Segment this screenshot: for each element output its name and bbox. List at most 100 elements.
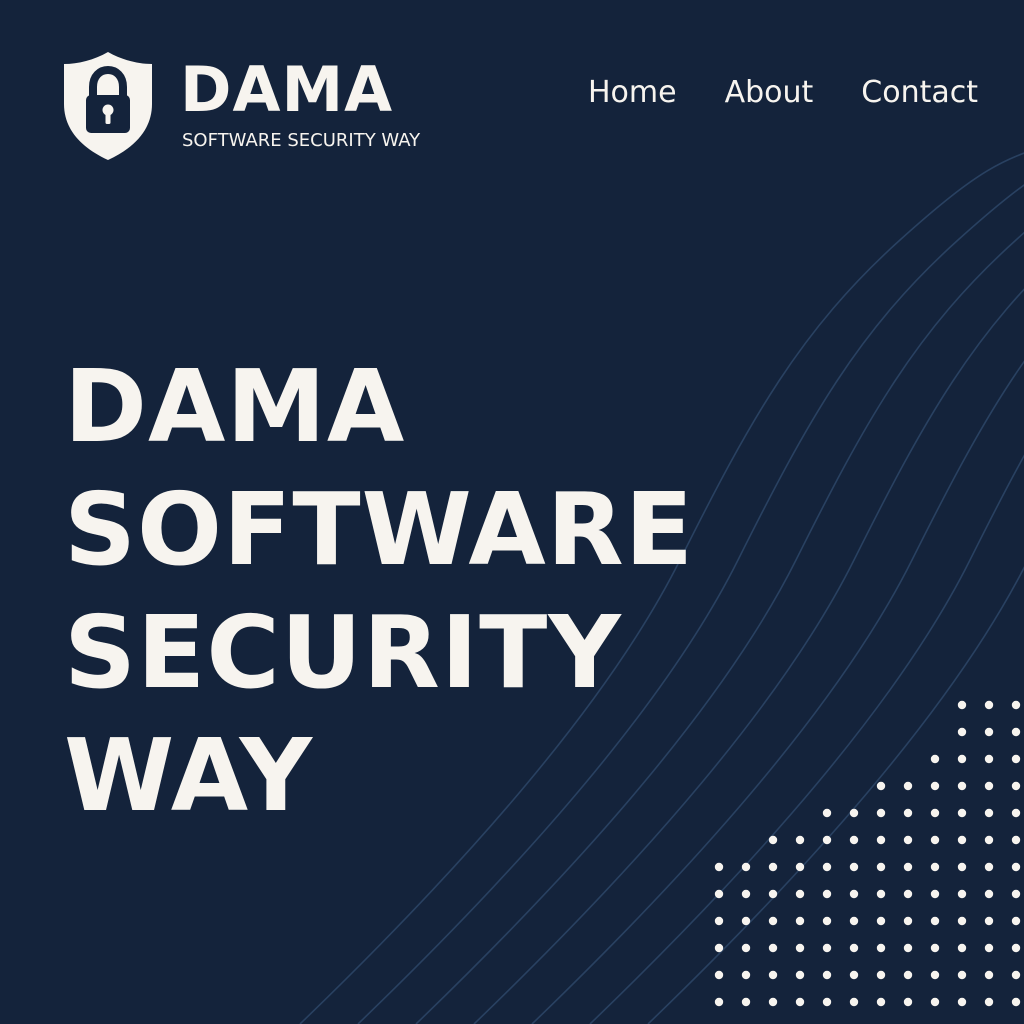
pattern-dot	[984, 808, 994, 818]
pattern-dot	[876, 862, 886, 872]
pattern-dot	[930, 997, 940, 1007]
pattern-dot	[957, 997, 967, 1007]
pattern-dot	[768, 997, 778, 1007]
pattern-dot	[957, 943, 967, 953]
pattern-dot	[1011, 889, 1021, 899]
pattern-dot	[741, 970, 751, 980]
hero-line: DAMA	[64, 348, 406, 465]
nav-contact-link[interactable]: Contact	[861, 74, 978, 112]
pattern-dot	[903, 943, 913, 953]
main-nav: Home About Contact	[588, 74, 978, 112]
pattern-dot	[903, 862, 913, 872]
pattern-dot	[849, 997, 859, 1007]
pattern-dot	[741, 943, 751, 953]
pattern-dot	[957, 835, 967, 845]
brand-tagline: SOFTWARE SECURITY WAY	[182, 130, 421, 151]
pattern-dot	[984, 889, 994, 899]
pattern-dot	[741, 916, 751, 926]
pattern-dot	[1011, 997, 1021, 1007]
pattern-dot	[768, 862, 778, 872]
pattern-dot	[957, 889, 967, 899]
pattern-dot	[822, 835, 832, 845]
pattern-dot	[714, 889, 724, 899]
pattern-dot	[714, 862, 724, 872]
pattern-dot	[957, 700, 967, 710]
pattern-dot	[930, 808, 940, 818]
hero-line: SOFTWARE	[64, 471, 695, 588]
pattern-dot	[984, 835, 994, 845]
pattern-dot	[930, 943, 940, 953]
pattern-dot	[957, 970, 967, 980]
pattern-dot	[714, 943, 724, 953]
pattern-dot	[768, 916, 778, 926]
pattern-dot	[741, 997, 751, 1007]
pattern-dot	[930, 835, 940, 845]
pattern-dot	[876, 970, 886, 980]
pattern-dot	[957, 862, 967, 872]
pattern-dot	[984, 700, 994, 710]
hero-line: WAY	[64, 717, 314, 834]
pattern-dot	[795, 970, 805, 980]
brand-name: DAMA	[180, 53, 394, 126]
pattern-dot	[714, 997, 724, 1007]
hero-section: DAMA SOFTWARE SECURITY WAY	[64, 345, 824, 837]
pattern-dot	[1011, 943, 1021, 953]
pattern-dot	[984, 754, 994, 764]
pattern-dot	[714, 916, 724, 926]
pattern-dot	[795, 943, 805, 953]
pattern-dot	[903, 835, 913, 845]
hero-line: SECURITY	[64, 594, 622, 711]
pattern-dot	[795, 862, 805, 872]
pattern-dot	[1011, 727, 1021, 737]
pattern-dot	[984, 970, 994, 980]
pattern-dot	[876, 943, 886, 953]
pattern-dot	[1011, 916, 1021, 926]
pattern-dot	[930, 862, 940, 872]
pattern-dot	[849, 808, 859, 818]
pattern-dot	[768, 835, 778, 845]
pattern-dot	[957, 754, 967, 764]
pattern-dot	[903, 781, 913, 791]
pattern-dot	[768, 943, 778, 953]
pattern-dot	[849, 889, 859, 899]
pattern-dot	[849, 916, 859, 926]
nav-about-link[interactable]: About	[725, 74, 814, 112]
pattern-dot	[930, 781, 940, 791]
pattern-dot	[984, 997, 994, 1007]
pattern-dot	[876, 889, 886, 899]
pattern-dot	[795, 997, 805, 1007]
pattern-dot	[741, 862, 751, 872]
pattern-dot	[903, 889, 913, 899]
pattern-dot	[1011, 862, 1021, 872]
pattern-dot	[876, 808, 886, 818]
brand-logo[interactable]: DAMA SOFTWARE SECURITY WAY	[62, 50, 462, 162]
pattern-dot	[822, 970, 832, 980]
pattern-dot	[957, 808, 967, 818]
pattern-dot	[1011, 754, 1021, 764]
hero-heading: DAMA SOFTWARE SECURITY WAY	[64, 345, 824, 837]
pattern-dot	[822, 808, 832, 818]
pattern-dot	[795, 889, 805, 899]
pattern-dot	[930, 970, 940, 980]
pattern-dot	[822, 862, 832, 872]
pattern-dot	[957, 781, 967, 791]
pattern-dot	[849, 835, 859, 845]
pattern-dot	[876, 997, 886, 1007]
pattern-dot	[984, 943, 994, 953]
pattern-dot	[822, 997, 832, 1007]
pattern-dot	[822, 916, 832, 926]
pattern-dot	[1011, 835, 1021, 845]
pattern-dot	[741, 889, 751, 899]
pattern-dot	[795, 916, 805, 926]
nav-home-link[interactable]: Home	[588, 74, 677, 112]
pattern-dot	[903, 808, 913, 818]
pattern-dot	[957, 727, 967, 737]
pattern-dot	[822, 943, 832, 953]
pattern-dot	[984, 727, 994, 737]
pattern-dot	[930, 889, 940, 899]
pattern-dot	[876, 781, 886, 791]
pattern-dot	[876, 835, 886, 845]
pattern-dot	[768, 970, 778, 980]
pattern-dot	[714, 970, 724, 980]
pattern-dot	[930, 754, 940, 764]
